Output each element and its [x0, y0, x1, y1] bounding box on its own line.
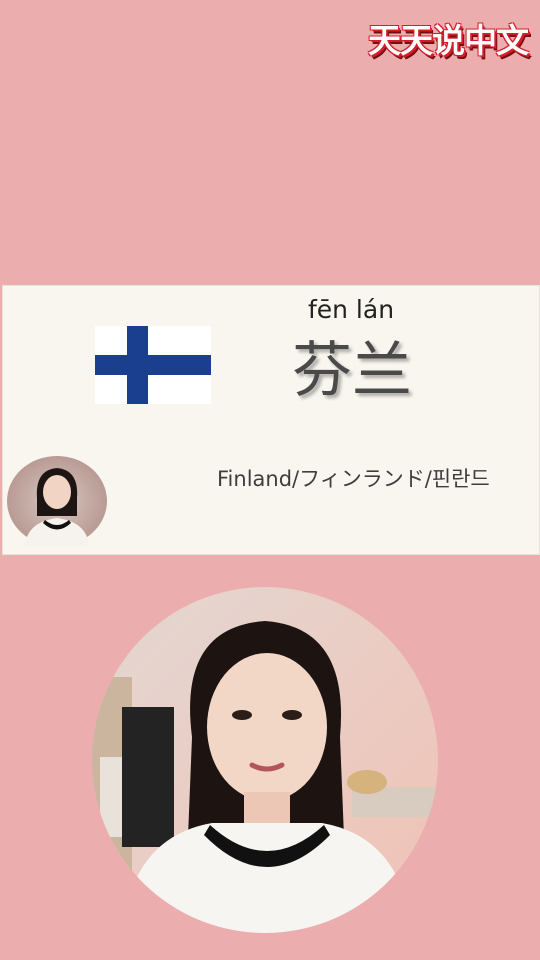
pinyin-text: fēn lán — [307, 295, 395, 324]
hanzi-word: 芬兰 — [292, 336, 412, 406]
finland-flag-icon — [95, 326, 211, 404]
presenter-avatar-large — [92, 587, 438, 933]
channel-logo: 天天说中文 — [368, 21, 529, 60]
translation-text: Finland/フィンランド/핀란드 — [217, 467, 490, 491]
vocab-card: fēn lán 芬兰 Finland/フィンランド/핀란드 — [2, 285, 540, 555]
presenter-avatar-small — [7, 456, 107, 546]
